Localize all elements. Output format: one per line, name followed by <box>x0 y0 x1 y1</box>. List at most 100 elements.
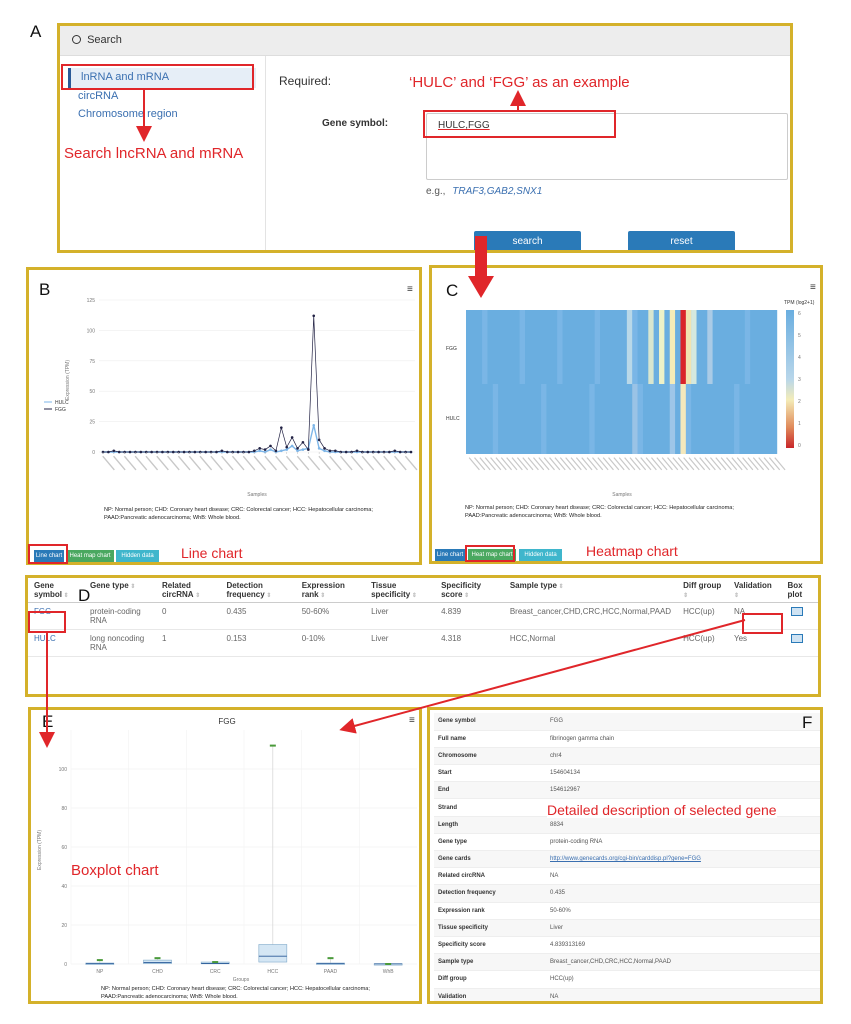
heatmap-cell-hulc <box>648 384 654 454</box>
line-point <box>285 448 289 451</box>
column-header[interactable]: Validation ⇕ <box>728 578 782 603</box>
heatmap-cell-fgg <box>546 310 552 384</box>
line-point <box>398 450 402 454</box>
column-header[interactable]: Sample type ⇕ <box>503 578 678 603</box>
heatmap-cell-hulc <box>519 384 526 454</box>
heatmap-cell-hulc <box>482 384 488 454</box>
search-icon <box>72 35 81 44</box>
gene-symbol-link[interactable]: HULC <box>28 629 84 657</box>
reset-button[interactable]: reset <box>628 231 735 250</box>
sort-arrows-icon[interactable]: ⇕ <box>734 593 739 599</box>
sort-arrows-icon[interactable]: ⇕ <box>462 593 469 599</box>
heatmap-cell-fgg <box>642 310 649 384</box>
heatmap-xtick-label-placeholder <box>586 457 598 471</box>
table-cell: HCC(up) <box>677 629 728 657</box>
column-header[interactable]: Diff group ⇕ <box>677 578 728 603</box>
sidebar-item-circrna[interactable]: circRNA <box>68 87 256 107</box>
heatmap-cell-hulc <box>583 384 590 454</box>
sort-arrows-icon[interactable]: ⇕ <box>683 593 688 599</box>
heatmap-cell-hulc <box>616 384 622 454</box>
heatmap-cell-fgg <box>557 310 563 384</box>
column-header[interactable]: Specificity score ⇕ <box>435 578 504 603</box>
box-plot-icon[interactable] <box>791 607 804 616</box>
heat-tab-hidden-data[interactable]: Hidden data <box>519 549 562 561</box>
heatmap-xtick-label-placeholder <box>688 457 700 471</box>
heatmap-legend-tick: 3 <box>798 377 801 383</box>
column-header[interactable]: Tissue specificity ⇕ <box>365 578 436 603</box>
line-xtick-label-placeholder <box>329 455 342 471</box>
line-point <box>301 448 305 451</box>
search-button[interactable]: search <box>474 231 581 250</box>
heatmap-cell-fgg <box>605 310 611 384</box>
boxplot-menu-icon[interactable]: ≡ <box>409 715 415 726</box>
line-xtick-label-placeholder <box>221 455 234 471</box>
gene-cards-link[interactable]: http://www.genecards.org/cgi-bin/carddis… <box>546 850 820 869</box>
heatmap-xtick-label-placeholder <box>490 457 502 471</box>
example-values[interactable]: TRAF3,GAB2,SNX1 <box>452 186 542 197</box>
line-point <box>274 449 278 453</box>
heatmap-xtick-label-placeholder <box>720 457 732 471</box>
heatmap-cell-hulc <box>755 384 762 454</box>
hamburger-menu-icon[interactable]: ≡ <box>407 284 413 295</box>
detail-row: Specificity score 4.839313169 <box>434 936 820 955</box>
table-cell[interactable] <box>781 602 818 630</box>
sort-arrows-icon[interactable]: ⇕ <box>410 593 417 599</box>
column-header[interactable]: Gene type ⇕ <box>83 578 156 603</box>
line-point <box>296 449 299 453</box>
table-cell[interactable] <box>781 629 818 657</box>
tab-heat-map-chart[interactable]: Heat map chart <box>66 550 114 562</box>
sort-arrows-icon[interactable]: ⇕ <box>265 593 271 599</box>
tab-hidden-data[interactable]: Hidden data <box>116 550 159 562</box>
heatmap-cell-hulc <box>696 384 703 454</box>
boxplot-outlier <box>96 959 103 962</box>
column-header-label: Detection frequency <box>226 581 265 599</box>
heatmap-xtick-label-placeholder <box>704 457 716 471</box>
column-header-label: Gene symbol <box>34 581 63 599</box>
detail-value: fibrinogen gamma chain <box>546 730 820 748</box>
line-point <box>307 448 310 451</box>
detail-row: Gene type protein-coding RNA <box>434 833 820 852</box>
heatmap-x-axis-label: Samples <box>612 492 632 498</box>
highlight-box-plot <box>742 613 783 634</box>
heatmap-menu-icon[interactable]: ≡ <box>810 282 816 293</box>
boxplot-ytick-label: 100 <box>59 767 68 773</box>
example-hint: e.g., TRAF3,GAB2,SNX1 <box>426 186 542 197</box>
column-header[interactable]: Expression rank ⇕ <box>295 578 366 603</box>
heatmap-cell-fgg <box>734 310 740 384</box>
sidebar-item-chromosome-region[interactable]: Chromosome region <box>68 105 256 125</box>
annotation-example-note: ‘HULC’ and ‘FGG’ as an example <box>409 74 630 91</box>
line-xtick-label-placeholder <box>339 455 353 471</box>
sort-arrows-icon[interactable]: ⇕ <box>62 593 69 599</box>
heat-tab-line-chart[interactable]: Line chart <box>435 549 465 561</box>
search-header: Search <box>60 26 790 56</box>
detail-value: Breast_cancer,CHD,CRC,HCC,Normal,PAAD <box>546 953 820 972</box>
heatmap-cell-fgg <box>600 310 606 384</box>
heatmap-cell-fgg <box>466 310 472 384</box>
gene-symbol-label: Gene symbol: <box>322 118 389 129</box>
boxplot-category-label: PAAD <box>324 969 338 975</box>
line-chart: 0 25 50 75 100 125 Expression (TPM) Samples HULC… <box>44 298 418 498</box>
detail-value: 0.435 <box>546 884 820 903</box>
line-xtick-label-placeholder <box>231 455 245 471</box>
column-header[interactable]: Related circRNA ⇕ <box>155 578 221 603</box>
abbrev-note-line2: PAAD:Pancreatic adenocarcinoma; WhB: Who… <box>104 515 241 521</box>
heatmap-xtick-label-placeholder <box>511 457 523 471</box>
heatmap-cell-hulc <box>600 384 606 454</box>
heatmap-row-label: FGG <box>446 346 457 352</box>
column-header[interactable]: Box plot <box>781 578 818 603</box>
sort-arrows-icon[interactable]: ⇕ <box>129 584 135 590</box>
column-header[interactable]: Gene symbol ⇕ <box>28 578 84 603</box>
heatmap-cell-hulc <box>664 384 670 454</box>
column-header[interactable]: Detection frequency ⇕ <box>220 578 296 603</box>
line-legend-label: FGG <box>55 407 66 413</box>
line-point <box>296 447 299 450</box>
heatmap-cell-fgg <box>573 310 579 384</box>
box-plot-icon[interactable] <box>791 634 804 643</box>
line-point <box>323 447 326 450</box>
sort-arrows-icon[interactable]: ⇕ <box>319 593 325 599</box>
heatmap-panel: FGG HULC Samples TPM (log2+1) 6 5 4 3 2 1 0 ≡ NP: … <box>429 265 823 564</box>
search-header-label: Search <box>87 34 122 46</box>
heatmap-cell-fgg <box>723 310 729 384</box>
sort-arrows-icon[interactable]: ⇕ <box>194 593 200 599</box>
sort-arrows-icon[interactable]: ⇕ <box>557 584 564 590</box>
